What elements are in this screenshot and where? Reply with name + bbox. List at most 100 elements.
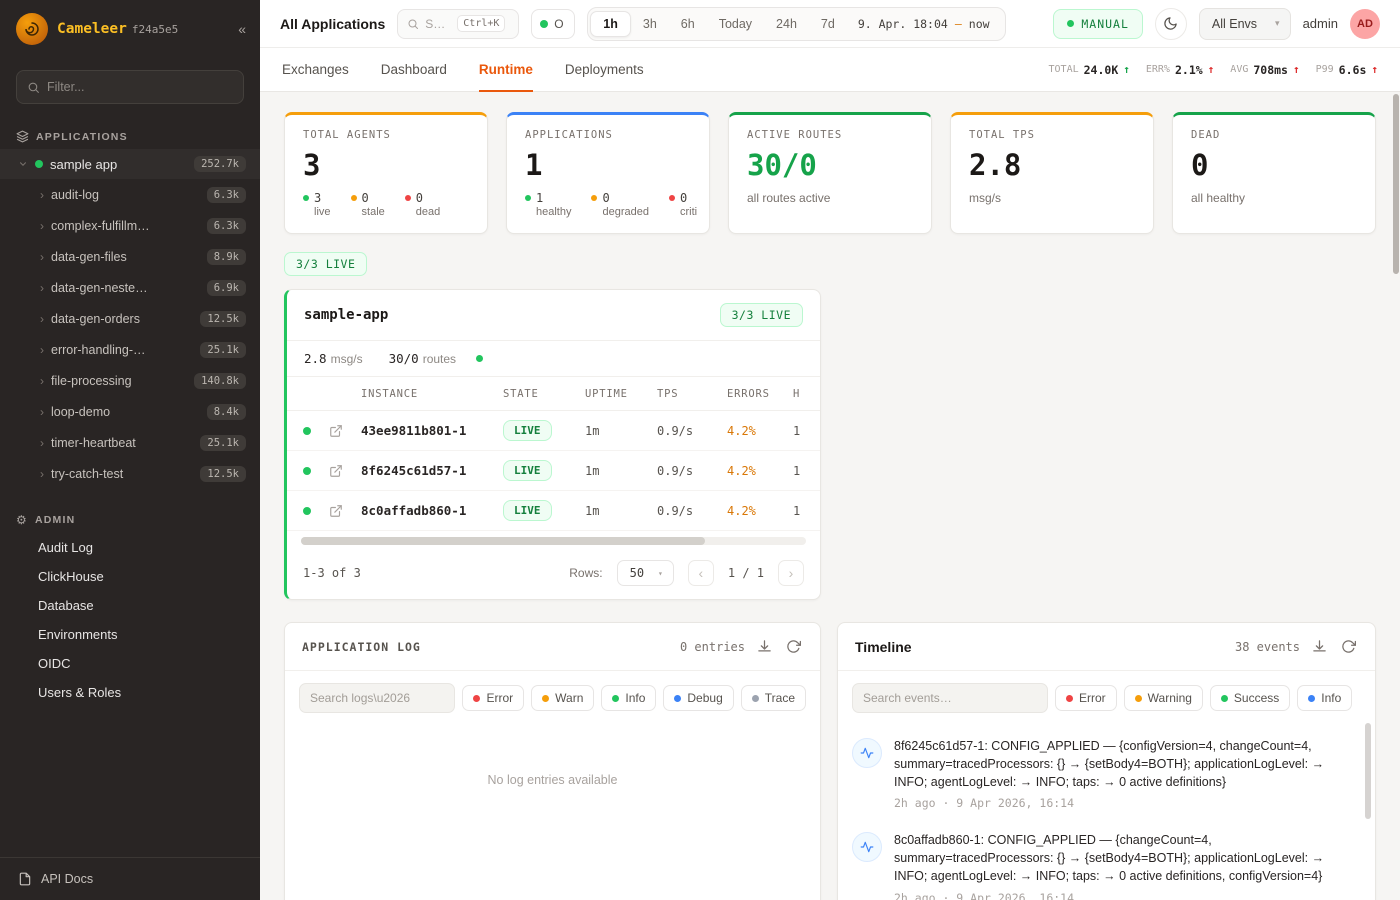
next-page-button[interactable]: ›: [778, 560, 804, 586]
external-link-icon[interactable]: [329, 504, 361, 518]
external-link-icon[interactable]: [329, 464, 361, 478]
timeline-filter-info[interactable]: Info: [1297, 685, 1352, 711]
download-icon[interactable]: [755, 637, 774, 656]
sidebar-item-users-roles[interactable]: Users & Roles: [0, 678, 260, 707]
tps-value: 0.9/s: [657, 424, 727, 438]
sidebar-item-audit-log[interactable]: Audit Log: [0, 533, 260, 562]
live-summary-chip[interactable]: 3/3 LIVE: [284, 252, 367, 276]
time-range-7d[interactable]: 7d: [809, 12, 847, 36]
online-status-chip[interactable]: O: [531, 9, 575, 39]
sidebar-tree-item-timer-heartbeat[interactable]: › timer-heartbeat 25.1k: [0, 427, 260, 458]
table-row-instance[interactable]: 43ee9811b801-1 LIVE 1m 0.9/s 4.2% 1: [287, 411, 820, 451]
pulse-icon: [852, 738, 882, 768]
log-filter-debug[interactable]: Debug: [663, 685, 733, 711]
sidebar-item-sample-app[interactable]: sample app 252.7k: [0, 149, 260, 179]
refresh-icon[interactable]: [784, 637, 803, 656]
timeline-search[interactable]: [852, 683, 1048, 713]
manual-mode-button[interactable]: MANUAL: [1053, 9, 1143, 39]
sidebar-tree-item-file-processing[interactable]: › file-processing 140.8k: [0, 365, 260, 396]
log-filter-warn[interactable]: Warn: [531, 685, 594, 711]
timeline-event[interactable]: 8f6245c61d57-1: CONFIG_APPLIED — {config…: [852, 727, 1359, 821]
chevron-right-icon: ›: [40, 250, 44, 264]
sidebar-item-environments[interactable]: Environments: [0, 620, 260, 649]
sidebar-item-database[interactable]: Database: [0, 591, 260, 620]
tab-runtime[interactable]: Runtime: [479, 48, 533, 91]
sidebar-tree-item-loop-demo[interactable]: › loop-demo 8.4k: [0, 396, 260, 427]
gear-icon: ⚙: [16, 513, 28, 527]
app-substats: 2.8 msg/s 30/0 routes: [287, 341, 820, 377]
time-range-24h[interactable]: 24h: [764, 12, 809, 36]
info-dot: [612, 695, 619, 702]
top-header: All Applications Ctrl+K O 1h 3h 6h Today…: [260, 0, 1400, 48]
stat-card-title: TOTAL TPS: [969, 129, 1135, 141]
log-search-input[interactable]: [310, 691, 444, 705]
sidebar-collapse-button[interactable]: «: [238, 21, 246, 37]
sidebar-tree-item-data-gen-orders[interactable]: › data-gen-orders 12.5k: [0, 303, 260, 334]
timeline-event[interactable]: 8c0affadb860-1: CONFIG_APPLIED — {change…: [852, 821, 1359, 900]
environment-select[interactable]: All Envs ▾: [1199, 8, 1291, 40]
timeline-filter-error[interactable]: Error: [1055, 685, 1117, 711]
sidebar-tree-item-error-handling[interactable]: › error-handling-… 25.1k: [0, 334, 260, 365]
stat-card-applications: APPLICATIONS 1 1 healthy 0 degraded 0 cr…: [506, 112, 710, 234]
page-scrollbar-thumb[interactable]: [1393, 94, 1399, 274]
api-docs-link[interactable]: API Docs: [0, 857, 260, 900]
refresh-icon[interactable]: [1339, 637, 1358, 656]
prev-page-button[interactable]: ‹: [688, 560, 714, 586]
download-icon[interactable]: [1310, 637, 1329, 656]
tree-item-label: loop-demo: [51, 405, 110, 419]
timeline-filter-success[interactable]: Success: [1210, 685, 1290, 711]
tree-item-label: file-processing: [51, 374, 132, 388]
time-range-1h[interactable]: 1h: [590, 11, 631, 37]
filter-input[interactable]: [47, 80, 233, 94]
tab-exchanges[interactable]: Exchanges: [282, 48, 349, 91]
timeline-scrollbar-thumb[interactable]: [1365, 723, 1371, 819]
runtime-content: TOTAL AGENTS 3 3 live 0 stale 0 dead: [260, 92, 1400, 900]
global-search[interactable]: Ctrl+K: [397, 9, 519, 39]
tab-dashboard[interactable]: Dashboard: [381, 48, 447, 91]
sidebar-filter[interactable]: [16, 70, 244, 104]
sidebar-item-oidc[interactable]: OIDC: [0, 649, 260, 678]
time-range-today[interactable]: Today: [707, 12, 764, 36]
sidebar-tree-item-audit-log[interactable]: › audit-log 6.3k: [0, 179, 260, 210]
log-search[interactable]: [299, 683, 455, 713]
app-live-badge: 3/3 LIVE: [720, 303, 803, 327]
status-dot-dead: [405, 195, 411, 201]
global-search-input[interactable]: [425, 17, 451, 31]
external-link-icon[interactable]: [329, 424, 361, 438]
date-range-display[interactable]: 9. Apr. 18:04 — now: [847, 17, 1003, 31]
chevron-down-icon: ▾: [658, 569, 663, 578]
uptime-value: 1m: [585, 424, 657, 438]
count-badge: 140.8k: [194, 373, 246, 389]
metric-value: 24.0K: [1084, 63, 1119, 77]
instance-id: 8c0affadb860-1: [361, 503, 503, 518]
application-log-title: APPLICATION LOG: [302, 640, 421, 654]
breakdown-num: 0: [602, 191, 609, 205]
user-avatar[interactable]: AD: [1350, 9, 1380, 39]
time-range-6h[interactable]: 6h: [669, 12, 707, 36]
time-range-3h[interactable]: 3h: [631, 12, 669, 36]
timeline-search-input[interactable]: [863, 691, 1037, 705]
breakdown-degraded: 0 degraded: [591, 191, 649, 218]
status-dot-online: [540, 20, 548, 28]
header-metrics: TOTAL 24.0K ↑ ERR% 2.1% ↑ AVG 708ms ↑ P9…: [1049, 48, 1378, 91]
log-filter-info[interactable]: Info: [601, 685, 656, 711]
tab-deployments[interactable]: Deployments: [565, 48, 644, 91]
horizontal-scrollbar-thumb[interactable]: [301, 537, 705, 545]
sidebar-tree-item-complex-fulfillment[interactable]: › complex-fulfillm… 6.3k: [0, 210, 260, 241]
log-filter-trace[interactable]: Trace: [741, 685, 806, 711]
sidebar-item-clickhouse[interactable]: ClickHouse: [0, 562, 260, 591]
table-row-instance[interactable]: 8f6245c61d57-1 LIVE 1m 0.9/s 4.2% 1: [287, 451, 820, 491]
chevron-down-icon: [18, 159, 28, 169]
filter-label: Trace: [765, 691, 795, 705]
filter-label: Success: [1234, 691, 1279, 705]
admin-section-header: ⚙ ADMIN: [0, 505, 260, 533]
timeline-filter-warning[interactable]: Warning: [1124, 685, 1203, 711]
log-filter-error[interactable]: Error: [462, 685, 524, 711]
sidebar-tree-item-data-gen-nested[interactable]: › data-gen-neste… 6.9k: [0, 272, 260, 303]
rows-per-page-select[interactable]: 50 ▾: [617, 560, 674, 586]
table-row-instance[interactable]: 8c0affadb860-1 LIVE 1m 0.9/s 4.2% 1: [287, 491, 820, 531]
sidebar-tree-item-try-catch-test[interactable]: › try-catch-test 12.5k: [0, 458, 260, 489]
sidebar-tree-item-data-gen-files[interactable]: › data-gen-files 8.9k: [0, 241, 260, 272]
instances-table: INSTANCE STATE UPTIME TPS ERRORS H 43ee9…: [287, 377, 820, 531]
dark-mode-toggle[interactable]: [1155, 8, 1187, 40]
